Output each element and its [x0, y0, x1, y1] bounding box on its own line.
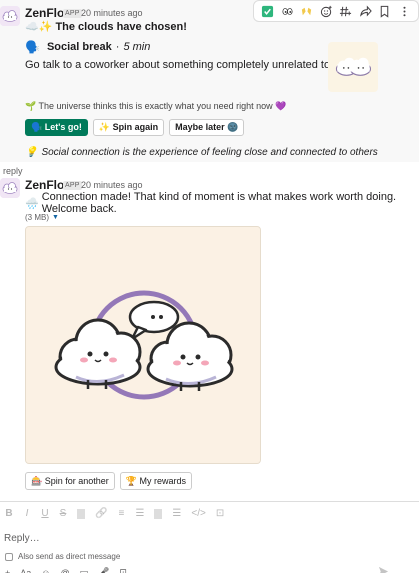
microphone-icon[interactable]: 🎤 — [98, 567, 109, 573]
hash-icon[interactable] — [337, 2, 355, 20]
universe-text: 🌱 The universe thinks this is exactly wh… — [25, 101, 287, 111]
dm-label: Also send as direct message — [18, 552, 121, 561]
app-badge: APP — [63, 9, 82, 18]
zenflow-avatar-2[interactable] — [0, 178, 20, 198]
send-icon[interactable] — [378, 566, 389, 573]
video-icon[interactable]: ▭ — [80, 567, 89, 573]
code-block-icon[interactable]: ⊡ — [216, 508, 224, 519]
maybe-later-button[interactable]: Maybe later 🌚 — [169, 119, 245, 136]
share-icon[interactable] — [356, 2, 374, 20]
quote-line: 💡 Social connection is the experience of… — [25, 147, 378, 158]
ordered-list-icon[interactable]: ≡ — [117, 508, 125, 519]
connection-text: Connection made! That kind of moment is … — [41, 191, 397, 215]
lightbulb-icon: 💡 — [25, 147, 38, 158]
code-icon[interactable]: </> — [191, 508, 205, 519]
reply-input[interactable] — [4, 530, 404, 546]
divider — [154, 508, 163, 519]
quote-text: Social connection is the experience of f… — [41, 147, 378, 158]
break-separator: · — [115, 41, 120, 53]
composer-bottom-bar: + Aa ☺ @ ▭ 🎤 ⊡ — [5, 567, 127, 573]
bold-icon[interactable]: B — [5, 508, 13, 519]
divider — [77, 508, 85, 519]
rain-cloud-emoji-icon: 🌧️ — [25, 197, 39, 210]
timestamp-2[interactable]: 20 minutes ago — [81, 180, 143, 190]
lets-go-button[interactable]: 🗣️ Let's go! — [25, 119, 88, 136]
eyes-icon[interactable] — [278, 2, 296, 20]
headline: ☁️✨ The clouds have chosen! — [25, 21, 187, 33]
check-icon[interactable] — [259, 2, 277, 20]
link-icon[interactable]: 🔗 — [95, 508, 107, 519]
strikethrough-icon[interactable]: S — [59, 508, 67, 519]
message-actions-toolbar — [253, 0, 419, 22]
connection-message: 🌧️ Connection made! That kind of moment … — [25, 191, 419, 215]
clouds-image[interactable] — [25, 226, 261, 464]
add-reaction-icon[interactable] — [317, 2, 335, 20]
spin-again-button[interactable]: ✨ Spin again — [92, 119, 165, 136]
reply-composer: B I U S 🔗 ≡ ☰ ☰ </> ⊡ Also send as direc… — [0, 501, 419, 573]
italic-icon[interactable]: I — [23, 508, 31, 519]
break-title: Social break — [46, 41, 112, 53]
text-format-icon[interactable]: Aa — [20, 568, 31, 573]
dm-checkbox[interactable] — [5, 552, 13, 561]
caret-down-icon[interactable]: ▼ — [52, 214, 59, 221]
cloud-thumbnail[interactable] — [328, 42, 378, 92]
reply-count-label[interactable]: reply — [3, 166, 23, 176]
underline-icon[interactable]: U — [41, 508, 49, 519]
shortcuts-icon[interactable]: ⊡ — [119, 567, 127, 573]
mention-icon[interactable]: @ — [60, 568, 69, 573]
zenflow-avatar[interactable] — [0, 6, 20, 26]
bookmark-icon[interactable] — [376, 2, 394, 20]
speaking-head-emoji-icon: 🗣️ — [25, 40, 40, 54]
app-badge-2: APP — [63, 181, 82, 190]
clap-icon[interactable] — [298, 2, 316, 20]
timestamp[interactable]: 20 minutes ago — [81, 8, 143, 18]
blockquote-icon[interactable]: ☰ — [172, 508, 181, 519]
emoji-icon[interactable]: ☺ — [41, 568, 50, 573]
plus-icon[interactable]: + — [5, 568, 10, 573]
break-line: 🗣️ Social break · 5 min — [25, 40, 150, 54]
action-buttons: 🗣️ Let's go! ✨ Spin again Maybe later 🌚 — [25, 119, 245, 136]
my-rewards-button[interactable]: 🏆 My rewards — [119, 472, 192, 490]
formatting-toolbar: B I U S 🔗 ≡ ☰ ☰ </> ⊡ — [5, 508, 224, 519]
message-zenflow-1: ZenFlow APP 20 minutes ago ☁️✨ The cloud… — [0, 0, 419, 162]
break-duration: 5 min — [123, 41, 151, 53]
reward-buttons: 🎰 Spin for another 🏆 My rewards — [25, 472, 192, 490]
file-size-label: (3 MB) — [25, 213, 49, 222]
more-icon[interactable] — [395, 2, 413, 20]
spin-for-another-button[interactable]: 🎰 Spin for another — [25, 472, 115, 490]
bulleted-list-icon[interactable]: ☰ — [135, 508, 144, 519]
file-size-toggle[interactable]: (3 MB) ▼ — [25, 213, 59, 222]
dm-option: Also send as direct message — [5, 552, 120, 561]
break-description: Go talk to a coworker about something co… — [25, 59, 360, 71]
